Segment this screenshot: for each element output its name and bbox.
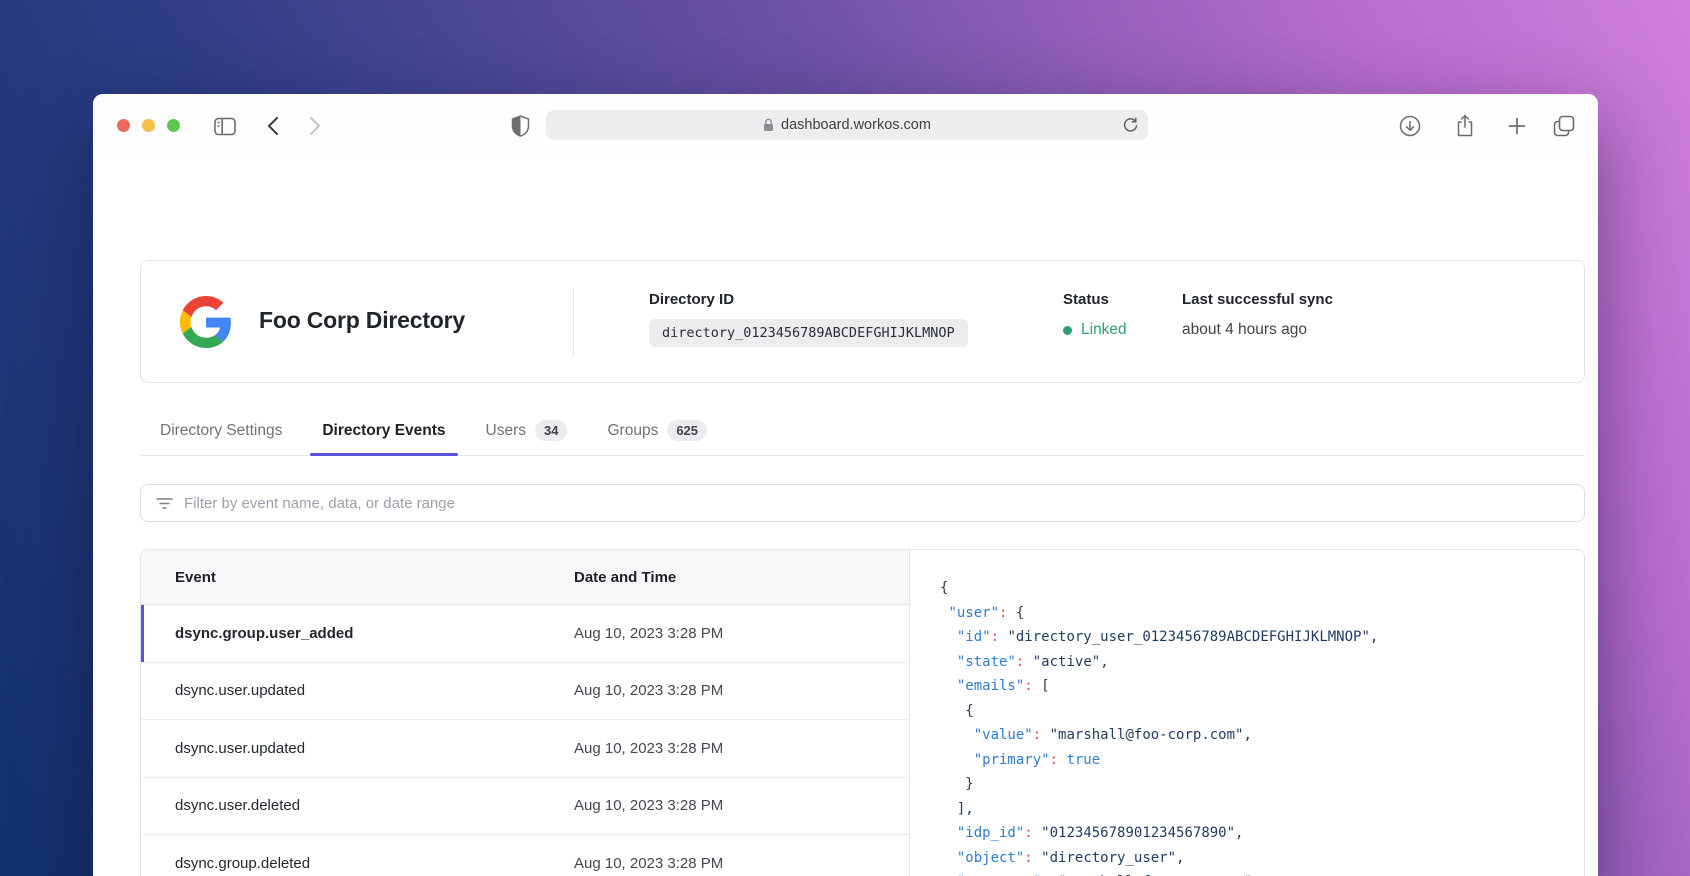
tab-label: Users bbox=[485, 421, 527, 439]
address-bar[interactable]: dashboard.workos.com bbox=[546, 110, 1148, 140]
json-line: "id": "directory_user_0123456789ABCDEFGH… bbox=[956, 629, 1379, 645]
minimize-window-button[interactable] bbox=[142, 119, 155, 132]
tab-label: Directory Events bbox=[322, 421, 446, 439]
status-group: Status Linked bbox=[1063, 291, 1127, 339]
json-line: "state": "active", bbox=[956, 653, 1109, 670]
tab-count-badge: 34 bbox=[535, 420, 568, 441]
json-viewer-panel: { "user": { "id": "directory_user_012345… bbox=[910, 550, 1584, 876]
last-sync-group: Last successful sync about 4 hours ago bbox=[1182, 291, 1333, 339]
status-badge: Linked bbox=[1063, 321, 1127, 339]
filter-input[interactable] bbox=[184, 485, 1584, 521]
back-button[interactable] bbox=[261, 94, 285, 158]
json-line: { bbox=[965, 702, 974, 719]
table-row[interactable]: dsync.user.updated Aug 10, 2023 3:28 PM bbox=[141, 663, 909, 720]
json-line: "idp_id": "012345678901234567890", bbox=[956, 825, 1244, 841]
status-text: Linked bbox=[1081, 321, 1127, 338]
event-name-cell: dsync.group.user_added bbox=[175, 624, 354, 642]
tab-directory-settings[interactable]: Directory Settings bbox=[158, 406, 284, 455]
tab-groups[interactable]: Groups 625 bbox=[605, 406, 709, 455]
events-table: Event Date and Time dsync.group.user_add… bbox=[141, 550, 910, 876]
zoom-window-button[interactable] bbox=[167, 119, 180, 132]
window-controls bbox=[117, 119, 180, 132]
filter-bar bbox=[140, 484, 1585, 522]
table-row[interactable]: dsync.user.updated Aug 10, 2023 3:28 PM bbox=[141, 720, 909, 778]
privacy-shield-icon[interactable] bbox=[507, 94, 533, 158]
event-name-cell: dsync.user.updated bbox=[175, 682, 306, 700]
table-row[interactable]: dsync.group.user_added Aug 10, 2023 3:28 … bbox=[141, 605, 909, 663]
event-date-cell: Aug 10, 2023 3:28 PM bbox=[574, 854, 724, 872]
events-panels: Event Date and Time dsync.group.user_add… bbox=[140, 549, 1585, 876]
event-date-cell: Aug 10, 2023 3:28 PM bbox=[574, 624, 724, 642]
tab-overview-icon[interactable] bbox=[1550, 94, 1578, 158]
refresh-icon[interactable] bbox=[1123, 117, 1138, 137]
google-logo-icon bbox=[180, 296, 231, 348]
json-line: "primary": true bbox=[973, 751, 1101, 768]
json-code: { "user": { "id": "directory_user_012345… bbox=[940, 576, 1584, 876]
event-date-cell: Aug 10, 2023 3:28 PM bbox=[574, 682, 724, 700]
json-line: ], bbox=[956, 800, 974, 817]
tabs: Directory Settings Directory Events Users 3… bbox=[140, 406, 1585, 456]
event-name-cell: dsync.group.deleted bbox=[175, 854, 311, 872]
status-label: Status bbox=[1063, 291, 1109, 308]
events-table-header: Event Date and Time bbox=[141, 550, 909, 605]
table-row[interactable]: dsync.user.deleted Aug 10, 2023 3:28 PM bbox=[141, 778, 909, 835]
directory-id-label: Directory ID bbox=[649, 291, 735, 308]
header-divider bbox=[573, 288, 574, 356]
directory-id-group: Directory ID directory_0123456789ABCDEFG… bbox=[649, 291, 968, 347]
directory-header-card: Foo Corp Directory Directory ID director… bbox=[140, 260, 1585, 383]
json-line: "emails": [ bbox=[956, 678, 1050, 694]
table-row[interactable]: dsync.group.deleted Aug 10, 2023 3:28 PM bbox=[141, 835, 909, 876]
sidebar-toggle-icon[interactable] bbox=[211, 94, 239, 158]
event-date-cell: Aug 10, 2023 3:28 PM bbox=[574, 739, 724, 757]
json-line: "user": { bbox=[948, 604, 1025, 621]
event-name-cell: dsync.user.updated bbox=[175, 739, 306, 757]
tab-label: Groups bbox=[607, 421, 659, 439]
tab-count-badge: 625 bbox=[667, 420, 708, 441]
status-dot-icon bbox=[1063, 325, 1072, 335]
json-line: "value": "marshall@foo-corp.com", bbox=[973, 727, 1252, 743]
last-sync-value: about 4 hours ago bbox=[1182, 321, 1307, 338]
json-line: "object": "directory_user", bbox=[956, 849, 1185, 866]
event-name-cell: dsync.user.deleted bbox=[175, 797, 301, 815]
directory-id-value[interactable]: directory_0123456789ABCDEFGHIJKLMNOP bbox=[649, 319, 968, 347]
events-table-body: dsync.group.user_added Aug 10, 2023 3:28 … bbox=[141, 605, 909, 876]
json-line: { bbox=[940, 580, 949, 596]
tab-users[interactable]: Users 34 bbox=[484, 406, 570, 455]
share-icon[interactable] bbox=[1452, 94, 1478, 158]
desktop-background: dashboard.workos.com Foo Corp Directory … bbox=[0, 0, 1690, 876]
event-date-cell: Aug 10, 2023 3:28 PM bbox=[574, 797, 724, 815]
new-tab-icon[interactable] bbox=[1504, 94, 1530, 158]
downloads-icon[interactable] bbox=[1397, 94, 1423, 158]
forward-button[interactable] bbox=[303, 94, 327, 158]
json-line: } bbox=[965, 776, 974, 792]
date-column-header: Date and Time bbox=[574, 568, 677, 586]
page-title: Foo Corp Directory bbox=[259, 307, 465, 333]
json-line: "username": "marshall@foo-corp.com", bbox=[940, 870, 1584, 876]
last-sync-label: Last successful sync bbox=[1182, 291, 1333, 308]
tab-directory-events[interactable]: Directory Events bbox=[310, 406, 458, 456]
close-window-button[interactable] bbox=[117, 119, 130, 132]
event-column-header: Event bbox=[175, 568, 216, 586]
tab-label: Directory Settings bbox=[160, 421, 283, 439]
lock-icon bbox=[763, 118, 774, 132]
url-text: dashboard.workos.com bbox=[781, 117, 931, 133]
filter-icon bbox=[156, 496, 173, 510]
browser-toolbar: dashboard.workos.com bbox=[93, 94, 1598, 158]
browser-window: dashboard.workos.com Foo Corp Directory … bbox=[93, 94, 1598, 876]
